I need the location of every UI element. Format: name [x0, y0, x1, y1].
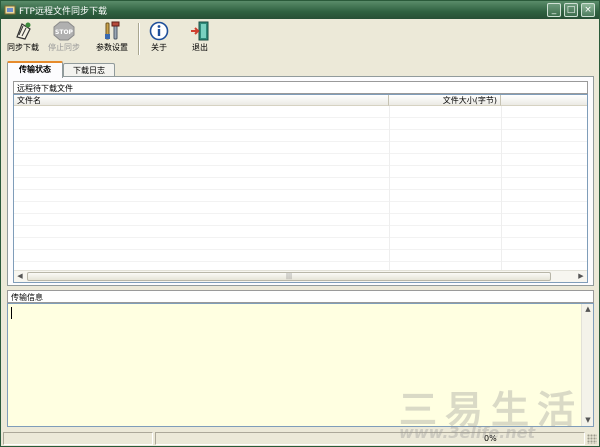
horizontal-scrollbar[interactable]: ◀ ||| ▶ — [14, 270, 587, 282]
column-filename-label: 文件名 — [17, 96, 41, 105]
tools-icon — [105, 21, 120, 40]
toolbar: 同步下载 STOP 停止同步 参数设置 关于 退出 — [1, 19, 599, 59]
column-divider — [501, 106, 502, 270]
scroll-right-icon[interactable]: ▶ — [575, 271, 587, 282]
column-header-filesize[interactable]: 文件大小(字节) — [389, 95, 501, 106]
scroll-left-icon[interactable]: ◀ — [14, 271, 26, 282]
stop-sync-label: 停止同步 — [48, 43, 80, 52]
resize-grip-icon[interactable] — [587, 434, 597, 444]
app-icon — [4, 5, 16, 15]
column-header-filler — [501, 95, 587, 106]
window-title: FTP远程文件同步下载 — [19, 7, 107, 17]
vertical-scrollbar[interactable]: ▲ ▼ — [581, 304, 593, 426]
scroll-thumb[interactable]: ||| — [27, 272, 551, 281]
remote-files-header: 远程待下载文件 — [13, 81, 588, 94]
maximize-button[interactable]: □ — [564, 3, 578, 17]
title-bar[interactable]: FTP远程文件同步下载 _ □ × — [1, 1, 599, 19]
progress-percent: 0% — [484, 434, 497, 443]
sync-download-icon — [16, 22, 31, 40]
tab-download-log[interactable]: 下载日志 — [63, 63, 115, 77]
stop-sign-icon: STOP — [53, 21, 75, 41]
column-divider — [389, 106, 390, 270]
exit-label: 退出 — [192, 43, 208, 52]
settings-button[interactable]: 参数设置 — [91, 21, 133, 57]
transfer-info-title: 传输信息 — [11, 293, 43, 302]
about-button[interactable]: 关于 — [145, 21, 173, 57]
stop-icon-text: STOP — [55, 29, 74, 36]
exit-button[interactable]: 退出 — [186, 21, 214, 57]
transfer-status-panel: 远程待下载文件 文件名 文件大小(字节) ◀ ||| ▶ — [7, 76, 594, 286]
remote-files-list[interactable]: 文件名 文件大小(字节) ◀ ||| ▶ — [13, 94, 588, 283]
column-filesize-label: 文件大小(字节) — [442, 96, 497, 105]
stop-sync-button[interactable]: STOP 停止同步 — [45, 21, 83, 57]
scroll-up-icon[interactable]: ▲ — [582, 304, 594, 315]
info-icon — [149, 21, 169, 41]
scroll-down-icon[interactable]: ▼ — [582, 415, 594, 426]
settings-label: 参数设置 — [96, 43, 128, 52]
minimize-button[interactable]: _ — [547, 3, 561, 17]
sync-download-label: 同步下载 — [7, 43, 39, 52]
status-pane-message — [3, 432, 153, 445]
transfer-info-textarea[interactable]: ▲ ▼ — [7, 303, 594, 427]
column-header-filename[interactable]: 文件名 — [14, 95, 389, 106]
tab-transfer-status[interactable]: 传输状态 — [7, 61, 63, 78]
close-button[interactable]: × — [581, 3, 595, 17]
toolbar-separator — [138, 23, 140, 55]
about-label: 关于 — [151, 43, 167, 52]
remote-files-title: 远程待下载文件 — [17, 84, 73, 93]
transfer-info-header: 传输信息 — [7, 290, 594, 303]
text-caret — [11, 307, 12, 319]
main-window: FTP远程文件同步下载 _ □ × 同步下载 STOP 停止同步 参数设置 关于… — [0, 0, 600, 447]
sync-download-button[interactable]: 同步下载 — [4, 21, 42, 57]
status-bar: 0% — [1, 430, 599, 446]
exit-door-icon — [191, 21, 209, 41]
progress-pane: 0% — [155, 432, 585, 445]
